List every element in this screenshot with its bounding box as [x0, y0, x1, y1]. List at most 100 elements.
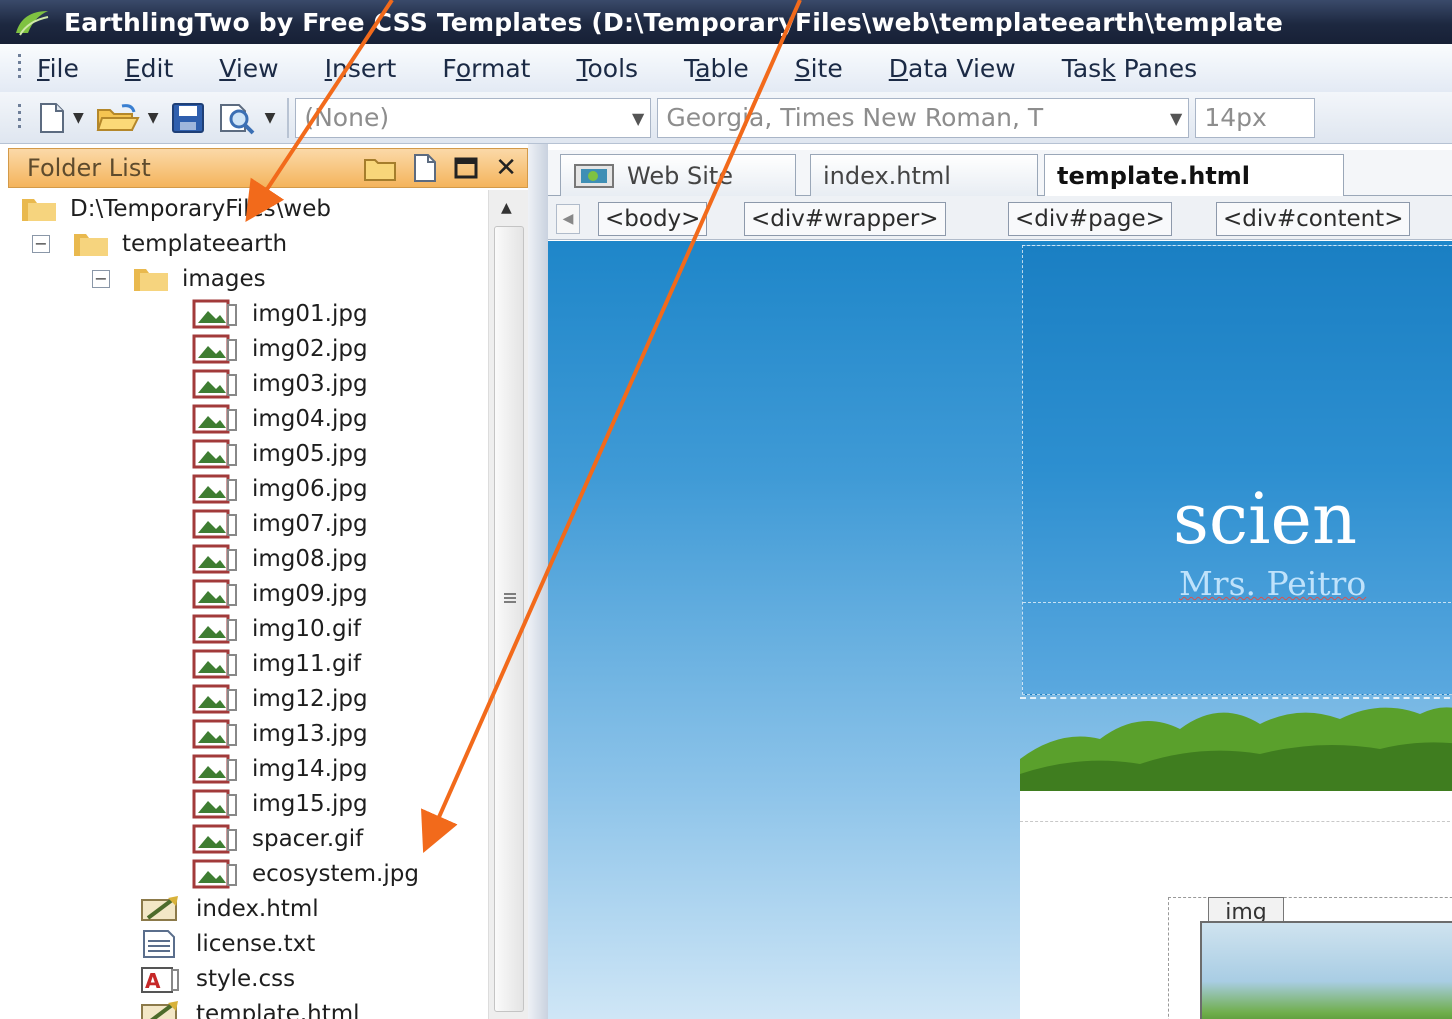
folder-icon [72, 230, 110, 258]
panel-splitter[interactable] [528, 144, 548, 1019]
folder-list-scrollbar[interactable]: ▲ [488, 190, 528, 1019]
file-name: img13.jpg [252, 721, 368, 747]
tab-template-html[interactable]: template.html [1044, 154, 1344, 197]
image-file-icon [192, 299, 240, 329]
close-icon[interactable]: ✕ [495, 153, 517, 183]
image-file-item[interactable]: img15.jpg [192, 787, 368, 821]
image-file-icon [192, 719, 240, 749]
image-file-item[interactable]: img09.jpg [192, 577, 368, 611]
image-file-item[interactable]: img04.jpg [192, 402, 368, 436]
scroll-up-arrow-icon[interactable]: ▲ [501, 200, 512, 216]
css-file-icon: A [138, 964, 184, 994]
image-file-icon [192, 509, 240, 539]
image-file-item[interactable]: img14.jpg [192, 752, 368, 786]
save-disk-icon [171, 102, 204, 133]
image-file-icon [192, 334, 240, 364]
collapse-icon[interactable]: − [92, 270, 110, 288]
font-family-value: Georgia, Times New Roman, T [666, 103, 1044, 132]
file-name: img10.gif [252, 616, 362, 642]
file-item-index-html[interactable]: index.html [138, 892, 319, 926]
scroll-left-arrow-icon[interactable]: ◀ [556, 204, 580, 234]
image-file-item[interactable]: img03.jpg [192, 367, 368, 401]
new-folder-icon[interactable] [363, 154, 397, 182]
tag-div-page[interactable]: <div#page> [1008, 202, 1172, 236]
content-area[interactable]: img [1020, 791, 1452, 1019]
image-file-item[interactable]: img06.jpg [192, 472, 368, 506]
menu-task-panes[interactable]: Task Panes [1062, 54, 1197, 83]
file-name: license.txt [196, 931, 316, 957]
preview-button[interactable]: ▼ [217, 98, 276, 138]
font-size-value: 14px [1204, 103, 1267, 132]
image-file-item[interactable]: img13.jpg [192, 717, 368, 751]
file-name: img06.jpg [252, 476, 368, 502]
image-file-item[interactable]: img07.jpg [192, 507, 368, 541]
open-button[interactable]: ▼ [96, 98, 159, 138]
menu-view[interactable]: View [219, 54, 278, 83]
file-item-style-css[interactable]: A style.css [138, 962, 295, 996]
ecosystem-image[interactable] [1200, 921, 1452, 1019]
tree-item-templateearth[interactable]: − templateearth [32, 227, 287, 261]
tag-div-content[interactable]: <div#content> [1216, 202, 1411, 236]
toolbar-separator [287, 97, 290, 138]
image-file-item[interactable]: img02.jpg [192, 332, 368, 366]
design-view-canvas[interactable]: scien Mrs. Peitro img [548, 241, 1452, 1019]
chevron-down-icon[interactable]: ▼ [73, 110, 84, 126]
preview-magnifier-icon [219, 103, 254, 134]
image-file-item[interactable]: img10.gif [192, 612, 361, 646]
menu-file[interactable]: File [37, 54, 79, 83]
grass-banner [1020, 697, 1452, 799]
image-file-icon [192, 544, 240, 574]
menu-tools[interactable]: Tools [576, 54, 638, 83]
image-file-item[interactable]: img05.jpg [192, 437, 368, 471]
save-button[interactable] [171, 98, 205, 138]
toolbar-grip-handle[interactable] [18, 103, 21, 132]
file-name: img08.jpg [252, 546, 368, 572]
folder-list-title: Folder List [27, 154, 151, 182]
chevron-down-icon[interactable]: ▼ [148, 110, 159, 126]
image-file-item[interactable]: spacer.gif [192, 822, 363, 856]
style-dropdown[interactable]: (None) ▼ [295, 97, 652, 138]
image-file-item[interactable]: img01.jpg [192, 297, 368, 331]
tree-item-root[interactable]: D:\TemporaryFiles\web [20, 192, 331, 226]
new-page-button[interactable]: ▼ [39, 98, 84, 138]
font-size-dropdown[interactable]: 14px [1195, 97, 1316, 138]
tab-web-site[interactable]: Web Site [560, 154, 796, 196]
image-file-icon [192, 649, 240, 679]
menu-insert[interactable]: Insert [325, 54, 397, 83]
tree-item-images[interactable]: − images [92, 262, 266, 296]
menu-format[interactable]: Format [442, 54, 530, 83]
font-family-dropdown[interactable]: Georgia, Times New Roman, T ▼ [657, 97, 1190, 138]
file-name: img01.jpg [252, 301, 368, 327]
image-file-icon [192, 684, 240, 714]
image-file-item[interactable]: img11.gif [192, 647, 361, 681]
scrollbar-thumb[interactable] [494, 226, 524, 1012]
file-item-template-html[interactable]: template.html [138, 997, 360, 1019]
collapse-icon[interactable]: − [32, 235, 50, 253]
image-file-item[interactable]: img12.jpg [192, 682, 368, 716]
chevron-down-icon[interactable]: ▼ [632, 109, 644, 128]
file-item-license-txt[interactable]: license.txt [138, 927, 315, 961]
region-divider [1023, 602, 1452, 603]
menu-site[interactable]: Site [795, 54, 843, 83]
page-subtitle: Mrs. Peitro [1179, 564, 1367, 603]
chevron-down-icon[interactable]: ▼ [1170, 109, 1182, 128]
new-page-icon[interactable] [413, 153, 437, 183]
maximize-icon[interactable] [453, 156, 479, 180]
tag-div-wrapper[interactable]: <div#wrapper> [744, 202, 946, 236]
image-file-item[interactable]: img08.jpg [192, 542, 368, 576]
chevron-down-icon[interactable]: ▼ [265, 110, 276, 126]
image-file-icon [192, 859, 240, 889]
tab-index-html[interactable]: index.html [810, 154, 1038, 196]
menu-grip-handle[interactable] [18, 54, 21, 82]
tab-label: template.html [1057, 162, 1251, 190]
tag-body[interactable]: <body> [598, 202, 708, 236]
menu-data-view[interactable]: Data View [889, 54, 1016, 83]
folder-list-header: Folder List ✕ [8, 148, 528, 188]
image-file-icon [192, 614, 240, 644]
menu-table[interactable]: Table [684, 54, 749, 83]
file-name: img09.jpg [252, 581, 368, 607]
image-file-item[interactable]: ecosystem.jpg [192, 857, 419, 891]
page-header-region[interactable]: scien Mrs. Peitro [1022, 245, 1452, 695]
menu-edit[interactable]: Edit [125, 54, 173, 83]
tree-item-label: D:\TemporaryFiles\web [70, 196, 331, 222]
